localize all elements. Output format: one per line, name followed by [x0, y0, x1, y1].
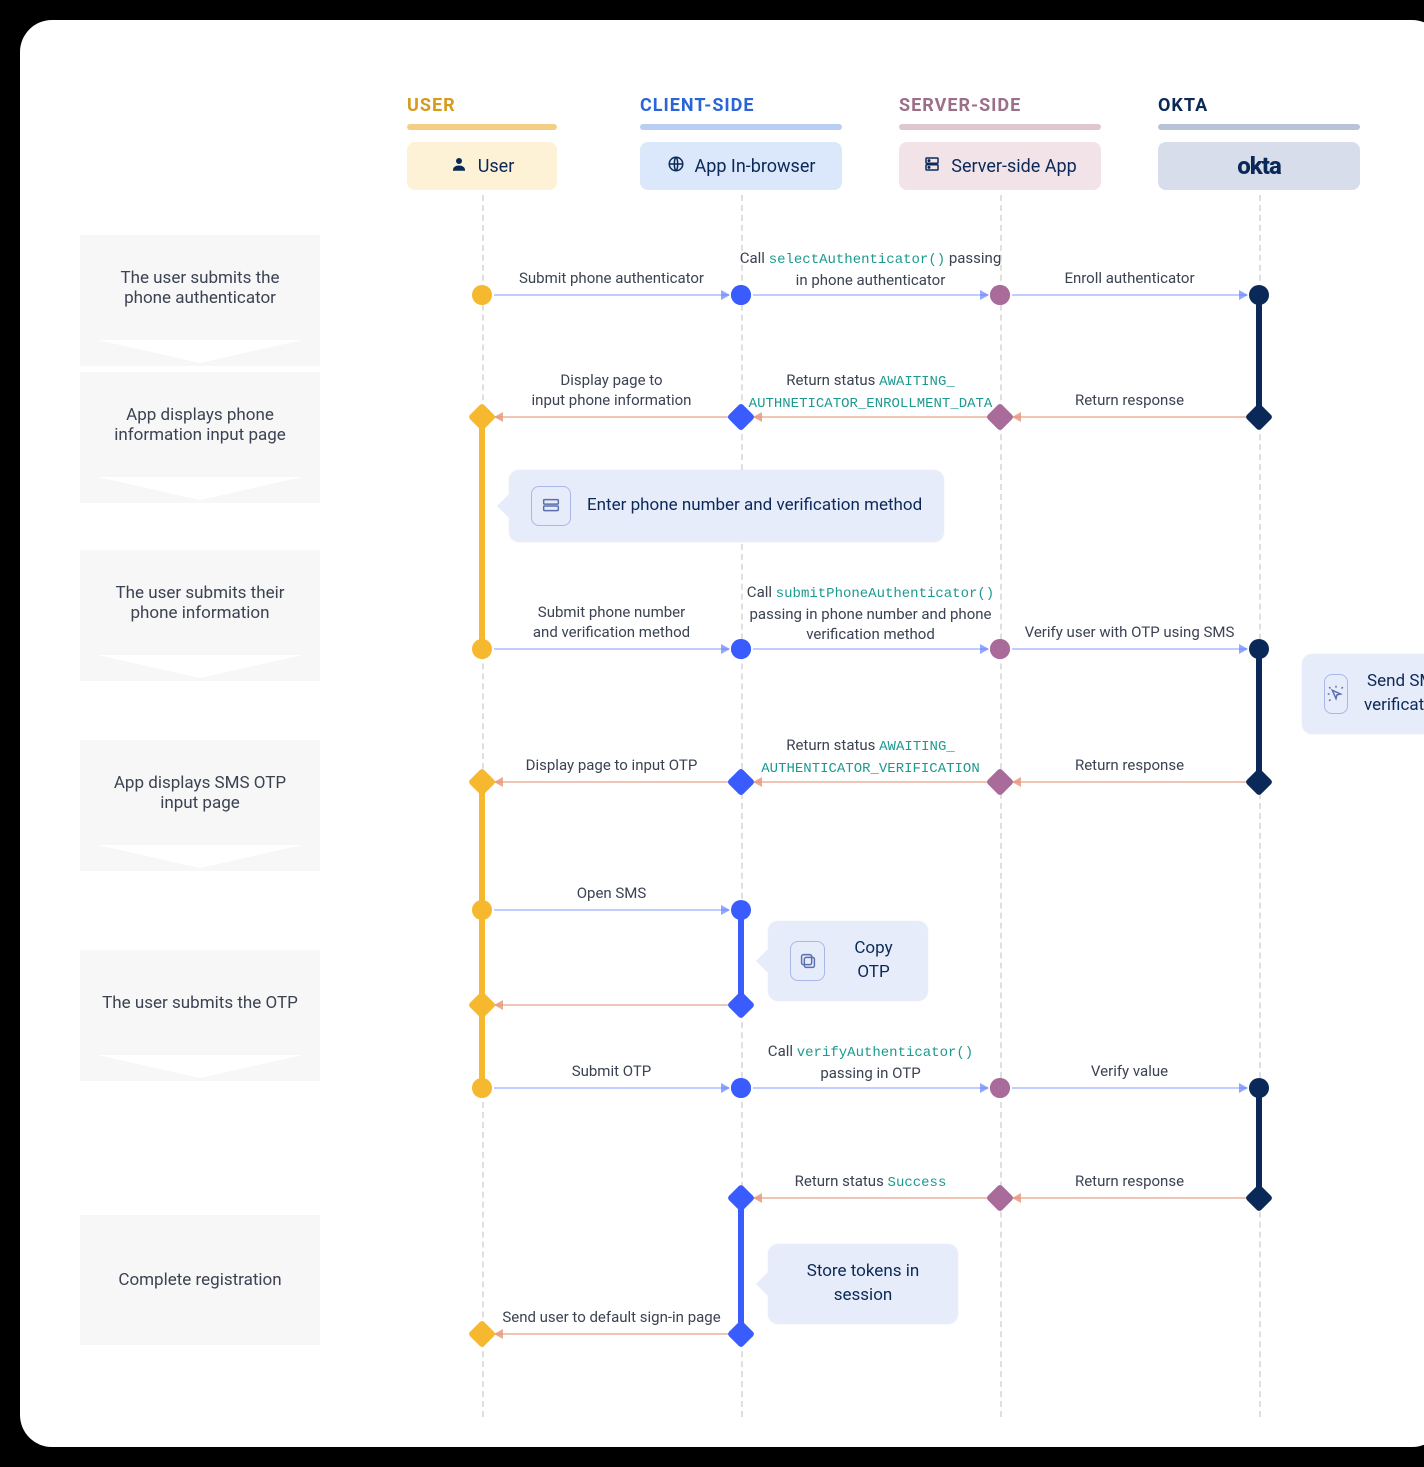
node-client: [731, 1078, 751, 1098]
node-user: [472, 900, 492, 920]
node-server: [986, 1184, 1014, 1212]
click-icon: [1324, 674, 1348, 714]
lane-server: Server-side App: [899, 142, 1101, 190]
arrow-label: Return response: [1075, 390, 1184, 410]
node-server: [990, 639, 1010, 659]
stack-icon: [531, 486, 571, 526]
node-okta: [1245, 1184, 1273, 1212]
node-okta: [1249, 1078, 1269, 1098]
node-okta: [1245, 403, 1273, 431]
node-okta: [1249, 639, 1269, 659]
lane-user: User: [407, 142, 557, 190]
server-icon: [923, 155, 941, 178]
callout-enterPhone: Enter phone number and verification meth…: [509, 470, 944, 542]
okta-logo: okta: [1237, 152, 1280, 180]
node-okta: [1245, 768, 1273, 796]
node-user: [468, 768, 496, 796]
arrow-label: Return response: [1075, 755, 1184, 775]
arrow-label: Return status AWAITING_AUTHNETICATOR_ENR…: [749, 370, 993, 414]
node-user: [472, 639, 492, 659]
step-5: The user submits the OTP: [80, 950, 320, 1055]
step-4: App displays SMS OTP input page: [80, 740, 320, 845]
arrow-label: Verify value: [1091, 1061, 1168, 1081]
node-server: [990, 1078, 1010, 1098]
arrow-label: Submit OTP: [572, 1061, 652, 1081]
node-user: [468, 991, 496, 1019]
node-client: [727, 991, 755, 1019]
node-client: [731, 900, 751, 920]
sequence-diagram: USERUserCLIENT-SIDEApp In-browserSERVER-…: [20, 20, 1424, 1447]
arrow-label: Display page to input OTP: [526, 755, 698, 775]
node-user: [468, 403, 496, 431]
node-client: [727, 1320, 755, 1348]
step-1: The user submits the phone authenticator: [80, 235, 320, 340]
arrow-label: Return status AWAITING_AUTHENTICATOR_VER…: [761, 735, 979, 779]
arrow-label: Open SMS: [577, 883, 647, 903]
node-client: [727, 1184, 755, 1212]
node-server: [986, 768, 1014, 796]
arrow-label: Return response: [1075, 1171, 1184, 1191]
arrow-label: Submit phone numberand verification meth…: [533, 602, 690, 643]
arrow-label: Return status Success: [795, 1171, 947, 1193]
node-user: [468, 1320, 496, 1348]
arrow-label: Display page toinput phone information: [532, 370, 692, 411]
globe-icon: [667, 155, 685, 178]
lane-okta: okta: [1158, 142, 1360, 190]
arrow-label: Send user to default sign-in page: [502, 1307, 720, 1327]
node-client: [727, 768, 755, 796]
node-user: [472, 285, 492, 305]
arrow-label: Submit phone authenticator: [519, 268, 704, 288]
step-3: The user submits their phone information: [80, 550, 320, 655]
callout-storeTokens: Store tokens in session: [768, 1244, 958, 1324]
arrow-label: Enroll authenticator: [1064, 268, 1194, 288]
node-server: [990, 285, 1010, 305]
callout-sendSms: Send SMS verification: [1302, 654, 1424, 734]
step-6: Complete registration: [80, 1215, 320, 1345]
node-user: [472, 1078, 492, 1098]
step-2: App displays phone information input pag…: [80, 372, 320, 477]
node-okta: [1249, 285, 1269, 305]
callout-copyOtp: Copy OTP: [768, 921, 928, 1001]
arrow-label: Call selectAuthenticator() passingin pho…: [740, 248, 1002, 290]
arrow-label: Verify user with OTP using SMS: [1025, 622, 1235, 642]
arrow-label: Call verifyAuthenticator()passing in OTP: [768, 1041, 973, 1083]
arrow-label: Call submitPhoneAuthenticator()passing i…: [747, 582, 994, 644]
lane-client: App In-browser: [640, 142, 842, 190]
user-icon: [450, 155, 468, 178]
copy-icon: [790, 941, 825, 981]
